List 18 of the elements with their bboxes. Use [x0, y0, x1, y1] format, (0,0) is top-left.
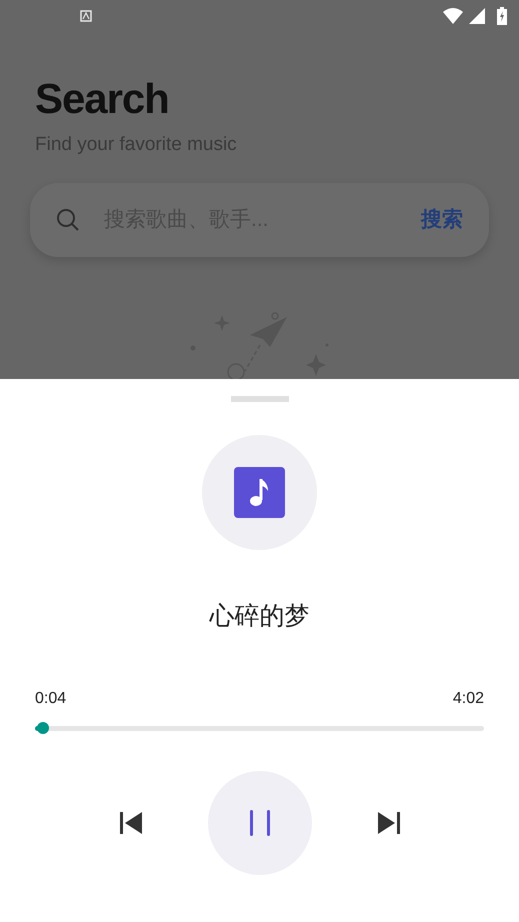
total-duration: 4:02 — [452, 689, 484, 709]
progress-thumb[interactable] — [36, 722, 49, 734]
drag-handle[interactable] — [230, 396, 288, 402]
song-title: 心碎的梦 — [210, 601, 310, 632]
pause-icon — [248, 810, 270, 836]
skip-next-icon — [378, 812, 400, 834]
next-button[interactable] — [378, 812, 400, 834]
music-note-icon — [234, 467, 285, 518]
search-button[interactable]: 搜索 — [421, 204, 463, 236]
notification-icon — [80, 10, 92, 22]
signal-icon — [469, 8, 485, 24]
search-icon — [56, 208, 80, 232]
page-title: Search — [35, 75, 170, 124]
skip-previous-icon — [120, 812, 142, 834]
elapsed-time: 0:04 — [35, 689, 66, 709]
battery-icon — [497, 6, 507, 25]
wifi-icon — [443, 8, 463, 24]
previous-button[interactable] — [120, 812, 142, 834]
